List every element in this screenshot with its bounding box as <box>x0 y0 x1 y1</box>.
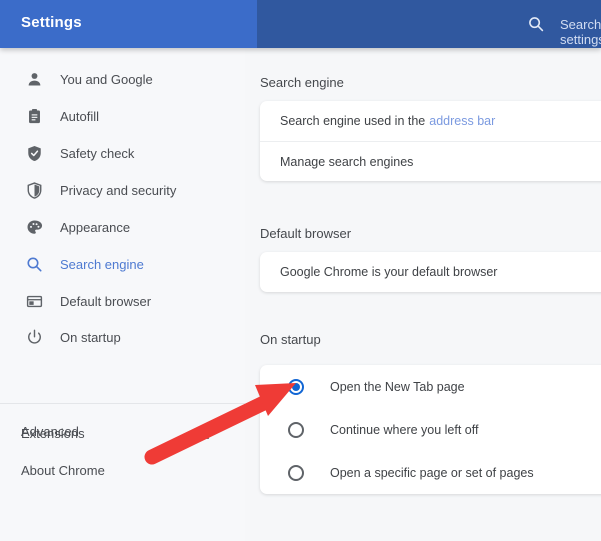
row-search-engine-address-bar[interactable]: Search engine used in the address bar <box>260 101 601 141</box>
search-icon <box>25 255 43 273</box>
sidebar-item-autofill[interactable]: Autofill <box>0 101 245 131</box>
row-label: Google Chrome is your default browser <box>280 265 498 279</box>
radio-button[interactable] <box>288 421 304 438</box>
sidebar-item-label: About Chrome <box>21 463 105 478</box>
sidebar-item-safety-check[interactable]: Safety check <box>0 138 245 168</box>
sidebar-item-label: On startup <box>60 329 121 345</box>
radio-option-continue-where-left-off[interactable]: Continue where you left off <box>260 408 601 451</box>
sidebar-item-label: Extensions <box>21 426 85 441</box>
radio-label: Open the New Tab page <box>330 379 465 394</box>
radio-button[interactable] <box>288 378 304 395</box>
settings-page: Settings Search settings You and Google <box>0 0 601 541</box>
power-icon <box>25 328 43 346</box>
sidebar-item-privacy-and-security[interactable]: Privacy and security <box>0 175 245 205</box>
radio-option-new-tab-page[interactable]: Open the New Tab page <box>260 365 601 408</box>
sidebar-item-label: You and Google <box>60 71 153 87</box>
main-content: Search engine Search engine used in the … <box>245 48 601 541</box>
settings-header: Settings Search settings <box>0 0 601 48</box>
section-title-on-startup: On startup <box>260 332 321 347</box>
search-settings-box[interactable]: Search settings <box>257 0 601 48</box>
card-on-startup: Open the New Tab page Continue where you… <box>260 365 601 494</box>
radio-label: Continue where you left off <box>330 422 479 437</box>
sidebar-item-default-browser[interactable]: Default browser <box>0 286 245 316</box>
sidebar-item-extensions[interactable]: Extensions <box>0 422 245 448</box>
radio-button[interactable] <box>288 464 304 481</box>
row-label: Search engine used in the <box>280 114 426 128</box>
sidebar-item-search-engine[interactable]: Search engine <box>0 249 245 279</box>
browser-window-icon <box>25 292 43 310</box>
search-input[interactable]: Search settings <box>560 17 601 47</box>
clipboard-icon <box>25 107 43 125</box>
row-default-browser-status: Google Chrome is your default browser <box>260 252 601 292</box>
shield-half-icon <box>25 181 43 199</box>
sidebar-item-appearance[interactable]: Appearance <box>0 212 245 242</box>
sidebar-item-label: Appearance <box>60 219 131 235</box>
card-search-engine: Search engine used in the address bar Ma… <box>260 101 601 181</box>
sidebar-item-label: Safety check <box>60 145 135 161</box>
external-link-icon[interactable] <box>196 424 213 441</box>
person-icon <box>25 70 43 88</box>
sidebar-item-label: Search engine <box>60 256 144 272</box>
sidebar-item-label: Privacy and security <box>60 182 177 198</box>
section-title-search-engine: Search engine <box>260 75 344 90</box>
sidebar-item-you-and-google[interactable]: You and Google <box>0 64 245 94</box>
sidebar-item-label: Autofill <box>60 108 100 124</box>
row-label: Manage search engines <box>280 154 414 169</box>
sidebar-item-about-chrome[interactable]: About Chrome <box>0 459 245 485</box>
section-title-default-browser: Default browser <box>260 226 352 241</box>
row-manage-search-engines[interactable]: Manage search engines <box>260 141 601 181</box>
card-default-browser: Google Chrome is your default browser <box>260 252 601 292</box>
radio-label: Open a specific page or set of pages <box>330 465 534 480</box>
sidebar-divider <box>0 403 245 404</box>
sidebar-item-label: Default browser <box>60 293 152 309</box>
sidebar-item-on-startup[interactable]: On startup <box>0 322 245 352</box>
palette-icon <box>25 218 43 236</box>
address-bar-link[interactable]: address bar <box>429 114 495 128</box>
page-title: Settings <box>21 14 82 31</box>
shield-check-icon <box>25 144 43 162</box>
radio-option-specific-page[interactable]: Open a specific page or set of pages <box>260 451 601 494</box>
sidebar: You and Google Autofill Safety check Pri… <box>0 48 245 541</box>
search-icon <box>528 16 544 32</box>
